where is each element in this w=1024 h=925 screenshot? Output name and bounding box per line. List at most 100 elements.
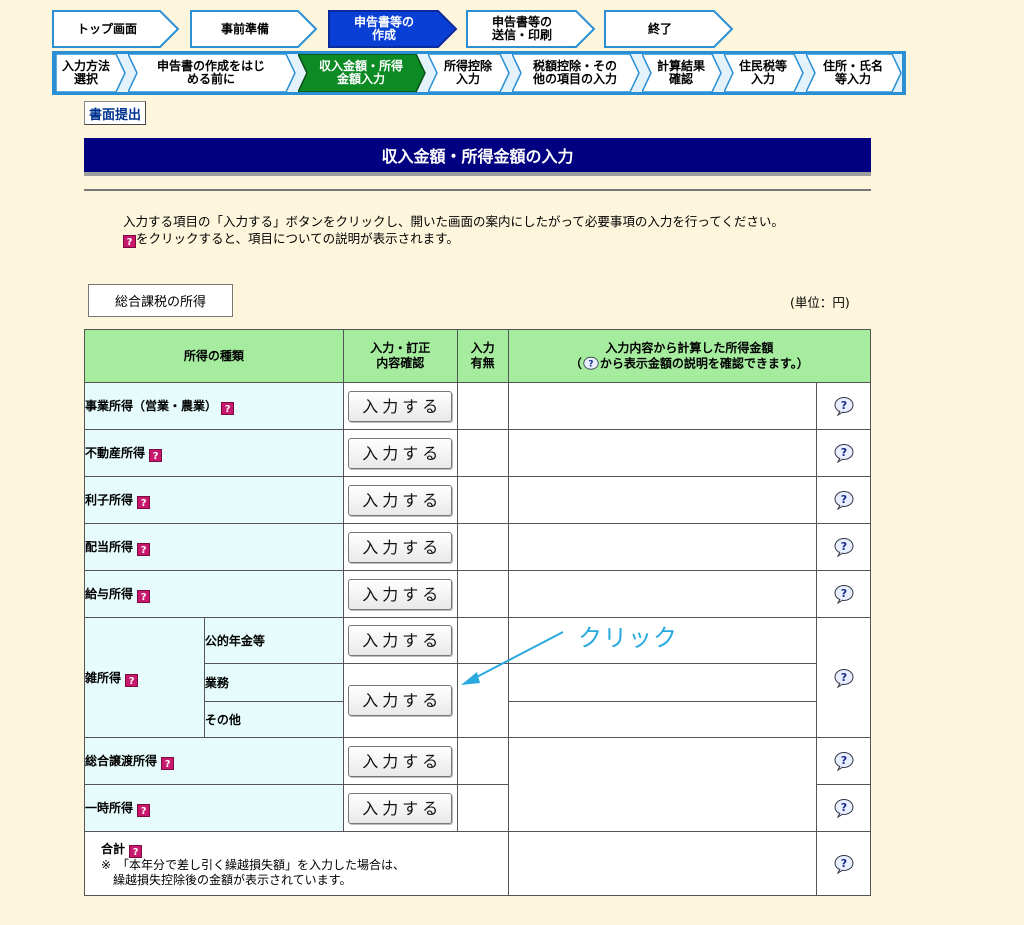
substep-before-start[interactable]: 申告書の作成をはじ める前に [128,54,296,92]
header-amount-line2: （? から表示金額の説明を確認できます。） [509,356,870,372]
svg-text:?: ? [840,857,846,870]
header-amount-prefix: （ [569,356,582,370]
annotation-arrow-icon [461,631,564,685]
row-business-text: 事業所得（営業・農業） [85,399,218,413]
help-question-icon[interactable]: ? [221,402,235,415]
help-bubble-icon[interactable]: ? [833,798,855,818]
row-interest-status [456,476,509,524]
step-top-label: トップ画面 [76,21,137,36]
income-table: 所得の種類 入力・訂正 内容確認 入力 有無 入力内容から計算した所得金額 （?… [84,329,872,896]
row-transfer-help-cell: ? [816,737,871,785]
help-bubble-icon[interactable]: ? [833,751,855,771]
table-row: 総合譲渡所得 ? 入力する ? [84,737,871,832]
row-label-salary: 給与所得 ? [84,570,344,618]
sub-step-nav: 入力方法 選択 申告書の作成をはじ める前に 収入金額・所得 金額入力 所得控除… [52,51,906,95]
row-label-total: 合計 ? ※ 「本年分で差し引く繰越損失額」を入力した場合は、 繰越損失控除後の… [84,831,509,896]
help-bubble-icon[interactable]: ? [833,854,855,874]
row-temporary-help-cell: ? [816,784,871,832]
help-bubble-icon[interactable]: ? [833,490,855,510]
step-preparation[interactable]: 事前準備 [190,10,318,48]
help-question-icon[interactable]: ? [137,543,151,556]
substep-input-method-label: 入力方法 選択 [61,59,110,86]
total-note-line1: ※ 「本年分で差し引く繰越損失額」を入力した場合は、 [101,857,406,872]
substep-input-method[interactable]: 入力方法 選択 [56,54,126,92]
row-misc-help-cell: ? [816,617,871,738]
instructions-line1: 入力する項目の「入力する」ボタンをクリックし、開いた画面の案内にしたがって必要事… [123,214,784,229]
help-bubble-icon[interactable]: ? [833,396,855,416]
header-amount-line1: 入力内容から計算した所得金額 [605,340,774,355]
input-button-business[interactable]: 入力する [348,390,453,422]
row-misc-pension-button-cell: 入力する [342,617,458,664]
row-dividend-button-cell: 入力する [342,523,458,571]
instructions-line2-text: をクリックすると、項目についての説明が表示されます。 [136,231,459,246]
step-finish[interactable]: 終了 [604,10,734,48]
help-bubble-icon[interactable]: ? [833,584,855,604]
help-question-icon[interactable]: ? [129,844,143,858]
row-dividend-text: 配当所得 [85,540,134,554]
input-button-dividend[interactable]: 入力する [348,531,453,563]
table-row: 合計 ? ※ 「本年分で差し引く繰越損失額」を入力した場合は、 繰越損失控除後の… [84,831,871,896]
row-transfer-temporary-amount [507,737,818,832]
help-bubble-icon[interactable]: ? [833,668,855,688]
help-question-icon[interactable]: ? [149,449,163,462]
input-button-real-estate[interactable]: 入力する [348,437,453,469]
page-title: 収入金額・所得金額の入力 [84,138,871,176]
total-title: 合計 ? [101,840,508,858]
substep-result-label: 計算結果 確認 [656,59,705,86]
svg-text:?: ? [840,671,846,684]
step-send-print-label: 申告書等の 送信・印刷 [491,15,552,42]
help-bubble-icon: ? [583,356,599,370]
svg-text:?: ? [840,587,846,600]
help-bubble-icon[interactable]: ? [833,537,855,557]
substep-address-name[interactable]: 住所・氏名 等入力 [806,54,902,92]
instructions-line2: ? をクリックすると、項目についての説明が表示されます。 [123,230,883,248]
row-total-text: 合計 [101,841,126,856]
row-real-estate-text: 不動産所得 [85,446,146,460]
substep-tax-credit-label: 税額控除・その 他の項目の入力 [532,59,617,86]
step-create-return-label: 申告書等の 作成 [353,15,414,42]
step-create-return[interactable]: 申告書等の 作成 [328,10,458,48]
header-status: 入力 有無 [456,329,509,383]
substep-result[interactable]: 計算結果 確認 [642,54,722,92]
help-bubble-icon[interactable]: ? [833,443,855,463]
help-question-icon[interactable]: ? [137,590,151,603]
help-question-icon[interactable]: ? [137,804,151,817]
substep-tax-credit[interactable]: 税額控除・その 他の項目の入力 [512,54,640,92]
substep-address-name-label: 住所・氏名 等入力 [822,59,883,86]
substep-income-amount-label: 収入金額・所得 金額入力 [318,59,403,86]
row-salary-help-cell: ? [816,570,871,618]
row-business-button-cell: 入力する [342,382,458,430]
substep-deduction-label: 所得控除 入力 [443,59,492,86]
row-transfer-button-cell: 入力する [342,737,458,785]
table-row: 給与所得 ? 入力する ? [84,570,871,618]
row-label-interest: 利子所得 ? [84,476,344,524]
svg-text:?: ? [840,446,846,459]
step-top[interactable]: トップ画面 [52,10,180,48]
row-interest-button-cell: 入力する [342,476,458,524]
input-button-misc-pension[interactable]: 入力する [348,625,453,656]
input-button-temporary[interactable]: 入力する [348,792,453,824]
row-real-estate-status [456,429,509,477]
input-button-interest[interactable]: 入力する [348,484,453,516]
input-button-salary[interactable]: 入力する [348,578,453,610]
substep-income-amount[interactable]: 収入金額・所得 金額入力 [298,54,426,92]
substep-deduction[interactable]: 所得控除 入力 [428,54,510,92]
help-question-icon[interactable]: ? [125,673,139,687]
svg-text:?: ? [588,359,593,369]
input-button-transfer[interactable]: 入力する [348,745,453,777]
row-salary-button-cell: 入力する [342,570,458,618]
step-preparation-label: 事前準備 [220,21,269,36]
row-label-misc-pension: 公的年金等 [203,617,344,664]
paper-submission-button[interactable]: 書面提出 [84,101,147,125]
row-business-help-cell: ? [816,382,871,430]
row-label-dividend: 配当所得 ? [84,523,344,571]
help-question-icon[interactable]: ? [137,496,151,509]
step-send-print[interactable]: 申告書等の 送信・印刷 [466,10,596,48]
row-salary-amount [507,570,818,618]
substep-resident-tax[interactable]: 住民税等 入力 [724,54,804,92]
row-misc-business-button-cell: 入力する [342,663,458,738]
row-label-temporary: 一時所得 ? [84,784,344,832]
row-real-estate-help-cell: ? [816,429,871,477]
input-button-misc-business-other[interactable]: 入力する [348,685,453,716]
help-question-icon[interactable]: ? [161,757,175,770]
